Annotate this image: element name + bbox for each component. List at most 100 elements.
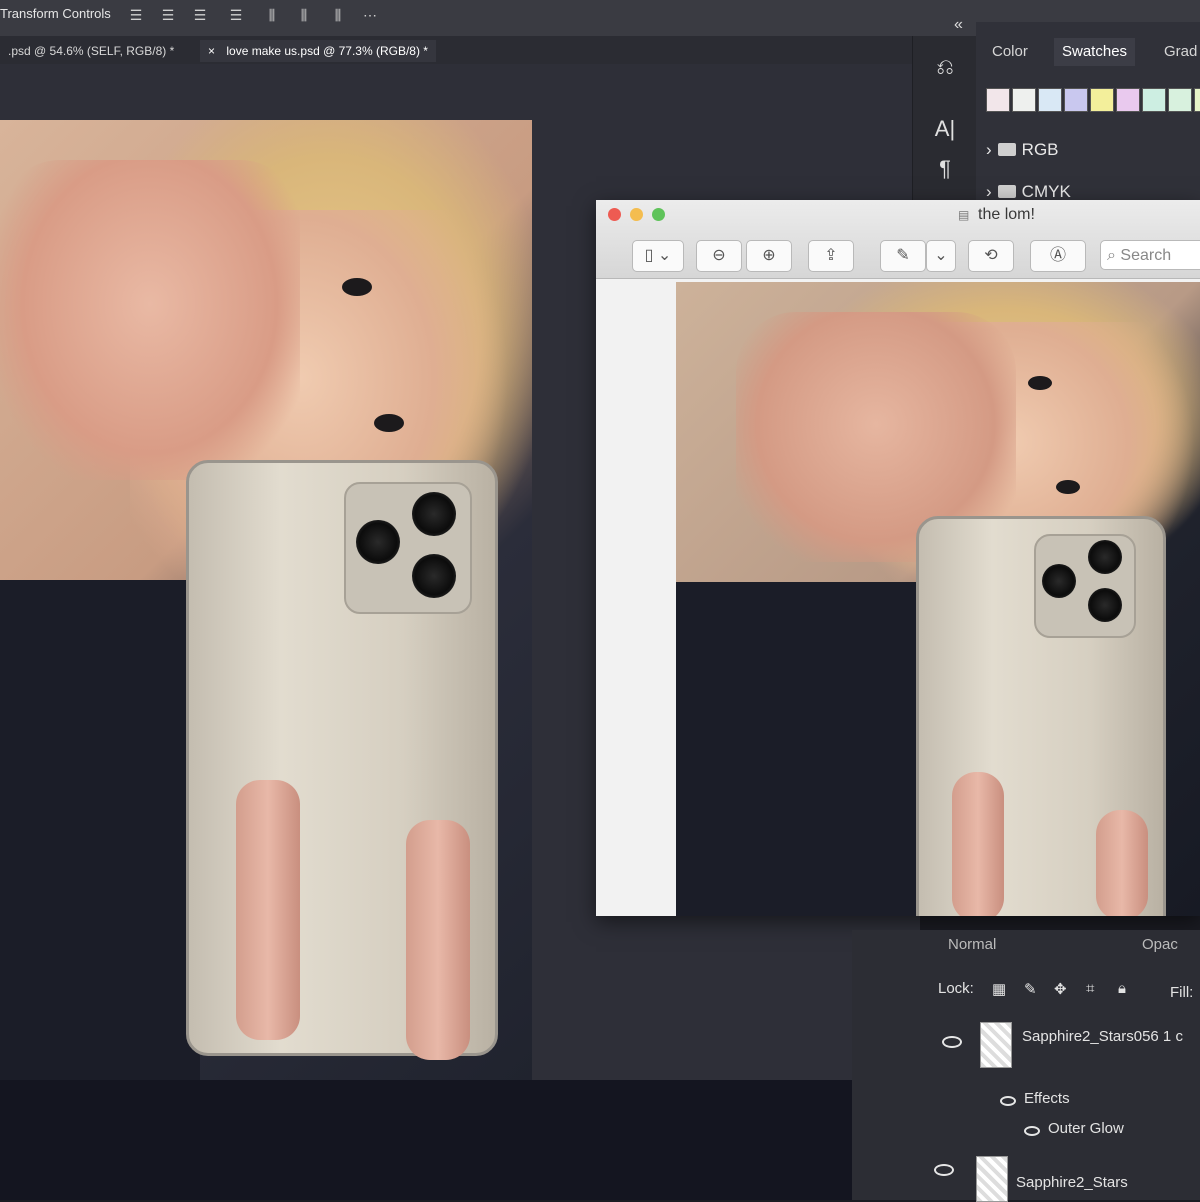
color-swatch[interactable] bbox=[1194, 88, 1200, 112]
markup-button[interactable]: ✎ bbox=[880, 240, 926, 272]
document-icon: ▤ bbox=[958, 208, 970, 222]
history-icon[interactable]: ⎌ bbox=[929, 52, 961, 82]
align-bottom-icon[interactable]: ⫼ bbox=[296, 6, 312, 24]
tab-swatches[interactable]: Swatches bbox=[1054, 38, 1136, 66]
lock-label: Lock: bbox=[938, 980, 974, 997]
outer-glow-eye-icon[interactable] bbox=[1024, 1126, 1040, 1136]
character-icon[interactable]: A| bbox=[929, 114, 961, 144]
align-center-icon[interactable]: ☰ bbox=[160, 6, 176, 24]
align-top-icon[interactable]: ☰ bbox=[228, 6, 244, 24]
effects-eye-icon[interactable] bbox=[1000, 1096, 1016, 1106]
align-middle-icon[interactable]: ⫼ bbox=[264, 6, 280, 24]
search-placeholder: Search bbox=[1120, 247, 1172, 264]
close-icon[interactable]: × bbox=[208, 44, 215, 58]
finger bbox=[952, 772, 1004, 916]
preview-window: ▤ the lom! ▯ ⌄ ⊖ ⊕ ⇪ ✎ ⌄ ⟲ Ⓐ ⌕ Search bbox=[596, 200, 1200, 916]
jacket-region bbox=[676, 582, 916, 916]
folder-rgb[interactable]: › RGB bbox=[986, 140, 1059, 160]
layer-thumbnail bbox=[980, 1022, 1012, 1068]
folder-label: CMYK bbox=[1021, 182, 1071, 201]
color-swatch[interactable] bbox=[986, 88, 1010, 112]
zoom-in-button[interactable]: ⊕ bbox=[746, 240, 792, 272]
chevron-right-icon: › bbox=[986, 140, 992, 159]
distribute-icon[interactable]: ⫼ bbox=[330, 6, 346, 24]
folder-icon bbox=[997, 185, 1016, 198]
lens bbox=[356, 520, 400, 564]
blend-mode-select[interactable]: Normal bbox=[948, 936, 996, 953]
zoom-window-icon[interactable] bbox=[652, 208, 665, 221]
annotate-button[interactable]: Ⓐ bbox=[1030, 240, 1086, 272]
folder-cmyk[interactable]: › CMYK bbox=[986, 182, 1071, 202]
color-swatch[interactable] bbox=[1090, 88, 1114, 112]
search-field[interactable]: ⌕ Search bbox=[1100, 240, 1200, 270]
eye-left bbox=[342, 278, 372, 296]
document-tab-bar: .psd @ 54.6% (SELF, RGB/8) * × love make… bbox=[0, 36, 920, 64]
lens bbox=[412, 554, 456, 598]
lens bbox=[1088, 588, 1122, 622]
color-swatch[interactable] bbox=[1012, 88, 1036, 112]
lens bbox=[1088, 540, 1122, 574]
color-swatch[interactable] bbox=[1064, 88, 1088, 112]
visibility-eye-icon[interactable] bbox=[934, 1164, 954, 1176]
folder-label: RGB bbox=[1021, 140, 1059, 159]
brush-lock-icon[interactable]: ✎ bbox=[1024, 980, 1037, 998]
finger bbox=[236, 780, 300, 1040]
color-swatch[interactable] bbox=[1168, 88, 1192, 112]
rotate-button[interactable]: ⟲ bbox=[968, 240, 1014, 272]
finger bbox=[1096, 810, 1148, 916]
markup-menu-button[interactable]: ⌄ bbox=[926, 240, 956, 272]
tab-label: Swatches bbox=[1062, 43, 1128, 60]
artboard-lock-icon[interactable]: ⌗ bbox=[1086, 980, 1094, 997]
layer-name: Sapphire2_Stars056 1 c bbox=[1022, 1028, 1183, 1045]
lens bbox=[412, 492, 456, 536]
collapse-icon[interactable]: « bbox=[954, 16, 963, 34]
layer-row-sapphire-stars-2[interactable]: Sapphire2_Stars bbox=[852, 1152, 1200, 1202]
swatches-panel: « Color Swatches Grad › RGB › CMYK bbox=[954, 16, 1200, 212]
tab-label: love make us.psd @ 77.3% (RGB/8) * bbox=[226, 44, 428, 58]
eye-left bbox=[1028, 376, 1052, 390]
color-swatch[interactable] bbox=[1116, 88, 1140, 112]
tab-label: .psd @ 54.6% (SELF, RGB/8) * bbox=[8, 44, 175, 58]
fill-label: Fill: bbox=[1170, 984, 1194, 1001]
eye-right bbox=[374, 414, 404, 432]
align-left-icon[interactable]: ☰ bbox=[128, 6, 144, 24]
visibility-eye-icon[interactable] bbox=[942, 1036, 962, 1048]
lens bbox=[1042, 564, 1076, 598]
tab-self-psd[interactable]: .psd @ 54.6% (SELF, RGB/8) * bbox=[0, 40, 182, 62]
eye-right bbox=[1056, 480, 1080, 494]
search-icon: ⌕ bbox=[1107, 247, 1116, 264]
sidebar-button[interactable]: ▯ ⌄ bbox=[632, 240, 684, 272]
more-icon[interactable]: ⋯ bbox=[362, 6, 378, 24]
transform-controls-label: Transform Controls bbox=[0, 6, 111, 21]
window-title: the lom! bbox=[978, 206, 1035, 223]
tab-label: Color bbox=[992, 43, 1028, 60]
canvas-photo bbox=[0, 120, 532, 1084]
preview-photo bbox=[676, 282, 1200, 916]
layer-row-sapphire-stars-1[interactable]: Sapphire2_Stars056 1 c bbox=[852, 1016, 1200, 1092]
color-swatch[interactable] bbox=[1038, 88, 1062, 112]
hand-region bbox=[0, 160, 300, 480]
checker-lock-icon[interactable]: ▦ bbox=[992, 980, 1006, 998]
tab-color[interactable]: Color bbox=[984, 38, 1036, 66]
monitor-bezel bbox=[0, 1080, 852, 1200]
move-lock-icon[interactable]: ✥ bbox=[1054, 980, 1067, 998]
share-button[interactable]: ⇪ bbox=[808, 240, 854, 272]
padlock-icon[interactable]: 🔒︎ bbox=[1118, 980, 1126, 997]
zoom-out-button[interactable]: ⊖ bbox=[696, 240, 742, 272]
outer-glow-label: Outer Glow bbox=[1048, 1120, 1124, 1137]
effects-label: Effects bbox=[1024, 1090, 1070, 1107]
folder-icon bbox=[997, 143, 1016, 156]
minimize-window-icon[interactable] bbox=[630, 208, 643, 221]
color-swatch[interactable] bbox=[1142, 88, 1166, 112]
opacity-label: Opac bbox=[1142, 936, 1178, 953]
layers-panel: Normal Opac Lock: ▦ ✎ ✥ ⌗ 🔒︎ Fill: Sapph… bbox=[852, 930, 1200, 1202]
tab-label: Grad bbox=[1164, 43, 1198, 60]
close-window-icon[interactable] bbox=[608, 208, 621, 221]
layer-name: Sapphire2_Stars bbox=[1016, 1174, 1128, 1191]
chevron-right-icon: › bbox=[986, 182, 992, 201]
align-right-icon[interactable]: ☰ bbox=[192, 6, 208, 24]
tab-love-make-us-psd[interactable]: × love make us.psd @ 77.3% (RGB/8) * bbox=[200, 40, 436, 62]
paragraph-icon[interactable]: ¶ bbox=[929, 154, 961, 184]
tab-gradients[interactable]: Grad bbox=[1156, 38, 1200, 66]
jacket-region bbox=[0, 580, 200, 1084]
